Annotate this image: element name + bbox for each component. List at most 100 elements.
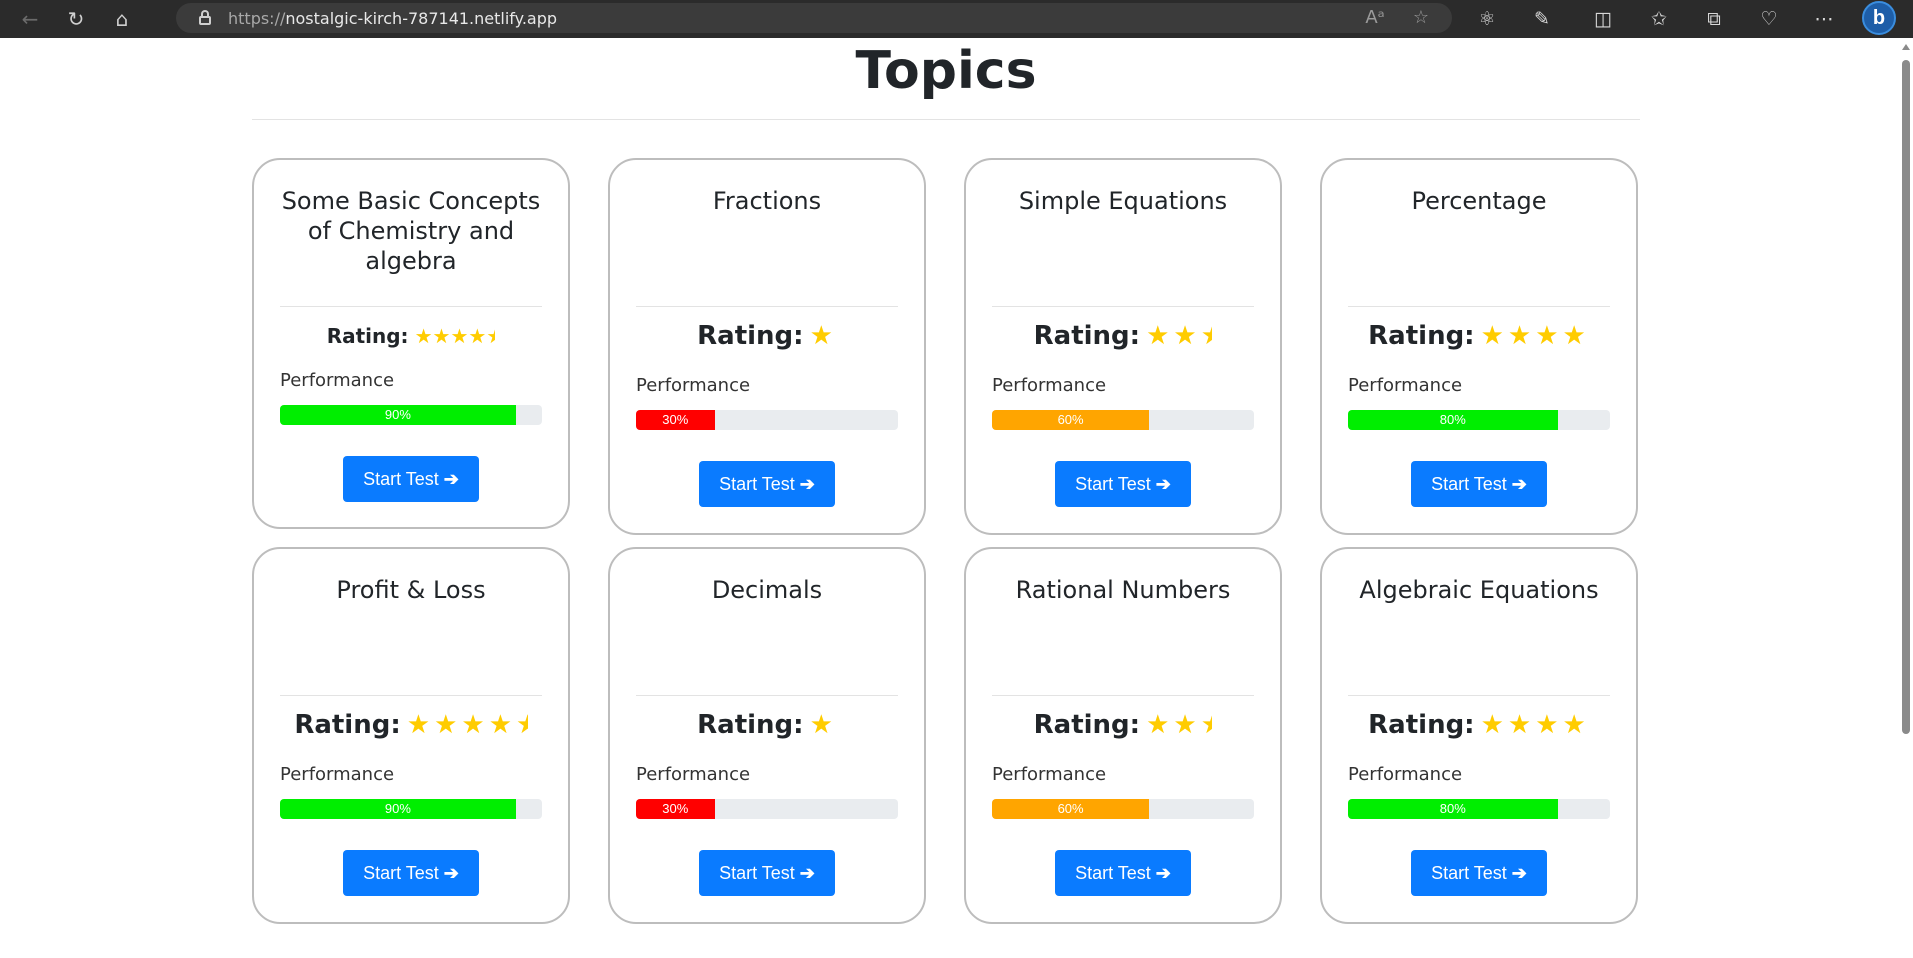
card-divider bbox=[1348, 695, 1610, 696]
topic-title: Fractions bbox=[712, 187, 822, 215]
progress-bar-fill: 80% bbox=[1348, 410, 1558, 430]
back-arrow-icon[interactable]: ← bbox=[14, 3, 46, 35]
progress-bar-fill: 90% bbox=[280, 405, 516, 425]
start-test-label: Start Test bbox=[363, 863, 439, 883]
start-test-label: Start Test bbox=[1075, 474, 1151, 494]
card-divider bbox=[992, 306, 1254, 307]
performance-label: Performance bbox=[1348, 764, 1463, 785]
scroll-thumb[interactable] bbox=[1902, 60, 1910, 734]
collections-icon[interactable]: ⧉ bbox=[1699, 4, 1729, 34]
rating: Rating: ★ ★ ★ ★ bbox=[1322, 709, 1636, 740]
performance-label: Performance bbox=[1348, 375, 1463, 396]
performance-progress: 80% bbox=[1348, 410, 1610, 430]
half-star-icon: ★ bbox=[1200, 709, 1213, 740]
title-divider bbox=[252, 119, 1640, 120]
start-test-button[interactable]: Start Test ➔ bbox=[1411, 461, 1547, 507]
progress-bar-fill: 30% bbox=[636, 799, 715, 819]
page-scrollbar[interactable] bbox=[1899, 38, 1913, 958]
start-test-button[interactable]: Start Test ➔ bbox=[343, 850, 479, 896]
rating-stars: ★ ★ ★ ★ bbox=[1481, 321, 1590, 351]
star-icon: ★ bbox=[432, 323, 451, 348]
star-icon: ★ bbox=[414, 323, 433, 348]
star-icon: ★ bbox=[1507, 709, 1532, 740]
rating: Rating: ★ ★ ★ bbox=[966, 709, 1280, 740]
star-icon: ★ bbox=[1146, 709, 1170, 740]
rating: Rating: ★ bbox=[610, 709, 924, 740]
start-test-button[interactable]: Start Test ➔ bbox=[1055, 850, 1191, 896]
performance-label: Performance bbox=[992, 375, 1107, 396]
start-test-button[interactable]: Start Test ➔ bbox=[1055, 461, 1191, 507]
react-devtools-icon[interactable]: ⚛ bbox=[1472, 4, 1502, 34]
url-text[interactable]: https://nostalgic-kirch-787141.netlify.a… bbox=[228, 9, 557, 28]
performance-progress: 80% bbox=[1348, 799, 1610, 819]
start-test-button[interactable]: Start Test ➔ bbox=[699, 461, 835, 507]
topic-card: Some Basic Concepts of Chemistry and alg… bbox=[252, 158, 570, 529]
rating-label: Rating: bbox=[294, 709, 401, 740]
star-icon: ★ bbox=[1480, 709, 1504, 740]
rating-stars: ★ bbox=[810, 710, 837, 740]
performance-progress: 60% bbox=[992, 799, 1254, 819]
topic-title: Decimals bbox=[711, 576, 823, 604]
bing-copilot-icon[interactable]: b bbox=[1862, 1, 1896, 35]
browser-essentials-icon[interactable]: ♡ bbox=[1754, 4, 1784, 34]
rating: Rating: ★ ★ ★ ★ bbox=[1322, 320, 1636, 351]
rating-stars: ★ ★ ★ bbox=[1146, 710, 1212, 740]
arrow-right-icon: ➔ bbox=[1511, 863, 1527, 883]
rating: Rating:★★★★★ bbox=[254, 709, 568, 740]
progress-bar-fill: 30% bbox=[636, 410, 715, 430]
star-icon: ★ bbox=[809, 320, 833, 351]
performance-label: Performance bbox=[280, 764, 395, 785]
extensions-icon[interactable]: ✎ bbox=[1527, 4, 1557, 34]
arrow-right-icon: ➔ bbox=[1155, 474, 1171, 494]
star-icon: ★ bbox=[461, 709, 485, 740]
favorite-star-icon[interactable]: ☆ bbox=[1410, 7, 1432, 29]
arrow-right-icon: ➔ bbox=[1155, 863, 1171, 883]
card-divider bbox=[636, 695, 898, 696]
split-screen-icon[interactable]: ◫ bbox=[1588, 4, 1618, 34]
home-icon[interactable]: ⌂ bbox=[106, 3, 138, 35]
start-test-button[interactable]: Start Test ➔ bbox=[699, 850, 835, 896]
rating-label: Rating: bbox=[697, 320, 804, 351]
rating-label: Rating: bbox=[326, 323, 409, 348]
progress-bar-fill: 80% bbox=[1348, 799, 1558, 819]
start-test-button[interactable]: Start Test ➔ bbox=[1411, 850, 1547, 896]
star-icon: ★ bbox=[1173, 709, 1197, 740]
start-test-label: Start Test bbox=[1431, 474, 1507, 494]
performance-label: Performance bbox=[280, 370, 395, 391]
arrow-right-icon: ➔ bbox=[443, 469, 459, 489]
progress-bar-fill: 60% bbox=[992, 410, 1150, 430]
address-bar[interactable]: https://nostalgic-kirch-787141.netlify.a… bbox=[176, 3, 1452, 33]
topic-card: Profit & Loss Rating: ★ ★ ★ ★ ★ Performance 90% S… bbox=[252, 547, 570, 924]
arrow-right-icon: ➔ bbox=[799, 863, 815, 883]
card-divider bbox=[992, 695, 1254, 696]
performance-label: Performance bbox=[636, 764, 751, 785]
star-icon: ★ bbox=[1535, 709, 1559, 740]
page-title: Topics bbox=[855, 41, 1037, 101]
card-divider bbox=[280, 695, 542, 696]
refresh-icon[interactable]: ↻ bbox=[60, 3, 92, 35]
lock-icon[interactable] bbox=[198, 10, 212, 26]
rating: Rating:★★★★★ bbox=[254, 322, 568, 348]
star-icon: ★ bbox=[809, 709, 833, 740]
favorites-icon[interactable]: ✩ bbox=[1644, 4, 1674, 34]
rating-stars: ★★★★★ bbox=[415, 324, 496, 348]
half-star-icon: ★ bbox=[516, 709, 528, 740]
scroll-up-arrow-icon[interactable] bbox=[1902, 44, 1910, 50]
star-icon: ★ bbox=[468, 323, 487, 348]
start-test-label: Start Test bbox=[719, 474, 795, 494]
browser-toolbar: ← ↻ ⌂ https://nostalgic-kirch-787141.net… bbox=[0, 0, 1913, 38]
star-icon: ★ bbox=[1562, 320, 1586, 351]
star-icon: ★ bbox=[1146, 320, 1170, 351]
start-test-button[interactable]: Start Test ➔ bbox=[343, 456, 479, 502]
rating-stars: ★ ★ ★ bbox=[1146, 321, 1212, 351]
star-icon: ★ bbox=[434, 709, 458, 740]
more-options-icon[interactable]: ⋯ bbox=[1809, 4, 1839, 34]
star-icon: ★ bbox=[1173, 320, 1197, 351]
star-icon: ★ bbox=[1535, 320, 1559, 351]
star-icon: ★ bbox=[1480, 320, 1504, 351]
rating: Rating: ★ bbox=[610, 320, 924, 351]
card-divider bbox=[636, 306, 898, 307]
rating-label: Rating: bbox=[1033, 320, 1141, 351]
read-aloud-icon[interactable]: Aᵃ bbox=[1364, 7, 1386, 29]
rating-stars: ★★★★★ bbox=[407, 710, 528, 740]
